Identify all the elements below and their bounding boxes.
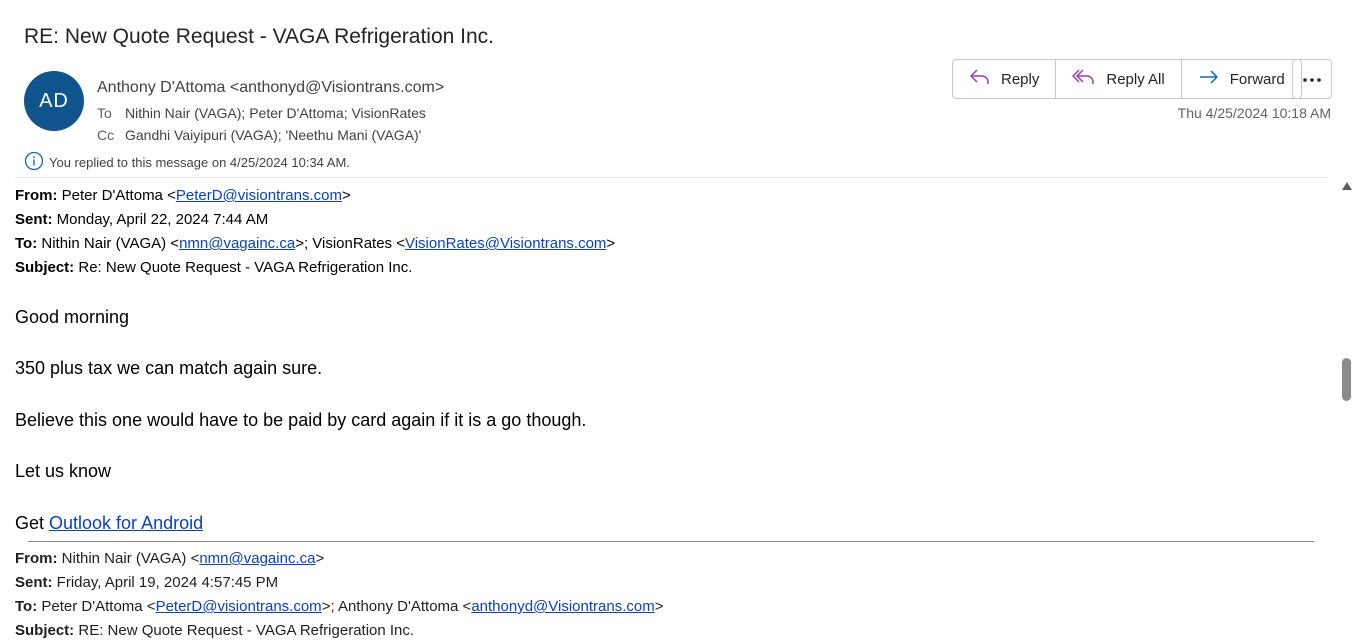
sender-name[interactable]: Anthony D'Attoma <anthonyd@Visiontrans.c… xyxy=(97,79,444,97)
scroll-thumb[interactable] xyxy=(1342,358,1351,401)
to-recipients: To Nithin Nair (VAGA); Peter D'Attoma; Vi… xyxy=(97,105,426,121)
subject-line: Subject: RE: New Quote Request - VAGA Re… xyxy=(15,619,663,643)
to-close: > xyxy=(606,235,616,252)
avatar[interactable]: AD xyxy=(24,71,84,131)
to-email-link-2[interactable]: VisionRates@Visiontrans.com xyxy=(405,235,606,252)
header-divider xyxy=(15,177,1328,178)
quoted-header-1: From: Peter D'Attoma <PeterD@visiontrans… xyxy=(15,184,1325,280)
from-email-link[interactable]: PeterD@visiontrans.com xyxy=(176,187,342,204)
to-name: Peter D'Attoma < xyxy=(37,598,156,615)
reply-label: Reply xyxy=(1001,70,1040,88)
subject-value: RE: New Quote Request - VAGA Refrigerati… xyxy=(74,622,415,639)
replied-info: You replied to this message on 4/25/2024… xyxy=(24,151,350,174)
greeting-text: Good morning xyxy=(15,307,130,327)
sent-label: Sent: xyxy=(15,211,53,228)
subject-label: Subject: xyxy=(15,259,75,276)
subject-value: Re: New Quote Request - VAGA Refrigerati… xyxy=(74,259,413,276)
body-line-3: Let us know xyxy=(15,461,112,481)
reply-button[interactable]: Reply xyxy=(953,60,1057,98)
from-name: Nithin Nair (VAGA) < xyxy=(57,550,200,567)
to-mid: >; VisionRates < xyxy=(295,235,405,252)
from-line: From: Nithin Nair (VAGA) <nmn@vagainc.ca… xyxy=(15,547,663,571)
sent-value: Friday, April 19, 2024 4:57:45 PM xyxy=(52,574,279,591)
to-email-link[interactable]: PeterD@visiontrans.com xyxy=(156,598,322,615)
to-name: Nithin Nair (VAGA) < xyxy=(37,235,180,252)
quoted-header-2: From: Nithin Nair (VAGA) <nmn@vagainc.ca… xyxy=(15,547,663,643)
replied-info-text: You replied to this message on 4/25/2024… xyxy=(49,155,350,170)
from-email-link[interactable]: nmn@vagainc.ca xyxy=(199,550,315,567)
info-icon xyxy=(24,151,49,174)
sent-value: Monday, April 22, 2024 7:44 AM xyxy=(52,211,269,228)
from-close: > xyxy=(341,187,351,204)
message-actions: Reply Reply All Forward xyxy=(952,59,1302,99)
quoted-divider xyxy=(28,541,1314,542)
from-label: From: xyxy=(15,550,58,567)
reply-all-label: Reply All xyxy=(1106,70,1165,88)
reply-icon xyxy=(969,68,1001,90)
reply-all-icon xyxy=(1072,68,1106,90)
to-close: > xyxy=(654,598,664,615)
email-subject: RE: New Quote Request - VAGA Refrigerati… xyxy=(24,25,494,48)
to-email-link-2[interactable]: anthonyd@Visiontrans.com xyxy=(471,598,654,615)
signature-prefix: Get xyxy=(15,513,50,533)
body-line-1: 350 plus tax we can match again sure. xyxy=(15,358,323,378)
to-label: To: xyxy=(15,598,38,615)
forward-icon xyxy=(1198,68,1230,90)
cc-recipients: Cc Gandhi Vaiyipuri (VAGA); 'Neethu Mani … xyxy=(97,127,421,143)
more-actions-button[interactable] xyxy=(1292,59,1332,99)
vertical-scrollbar[interactable] xyxy=(1339,179,1355,638)
more-icon xyxy=(1302,70,1322,88)
sent-label: Sent: xyxy=(15,574,53,591)
to-list[interactable]: Nithin Nair (VAGA); Peter D'Attoma; Visi… xyxy=(125,105,426,121)
sent-line: Sent: Friday, April 19, 2024 4:57:45 PM xyxy=(15,571,663,595)
subject-label: Subject: xyxy=(15,622,75,639)
outlook-android-link[interactable]: Outlook for Android xyxy=(49,513,203,533)
reply-all-button[interactable]: Reply All xyxy=(1056,60,1182,98)
received-date: Thu 4/25/2024 10:18 AM xyxy=(1177,105,1331,121)
from-name: Peter D'Attoma < xyxy=(57,187,176,204)
to-email-link[interactable]: nmn@vagainc.ca xyxy=(179,235,295,252)
to-label: To xyxy=(97,105,112,121)
subject-line: Subject: Re: New Quote Request - VAGA Re… xyxy=(15,256,1325,280)
to-label: To: xyxy=(15,235,38,252)
to-line: To: Peter D'Attoma <PeterD@visiontrans.c… xyxy=(15,595,663,619)
body-line-2: Believe this one would have to be paid b… xyxy=(15,410,587,430)
scroll-up-arrow-icon[interactable] xyxy=(1342,182,1352,190)
sent-line: Sent: Monday, April 22, 2024 7:44 AM xyxy=(15,208,1325,232)
forward-button[interactable]: Forward xyxy=(1182,60,1301,98)
from-line: From: Peter D'Attoma <PeterD@visiontrans… xyxy=(15,184,1325,208)
to-line: To: Nithin Nair (VAGA) <nmn@vagainc.ca>;… xyxy=(15,232,1325,256)
from-close: > xyxy=(315,550,325,567)
forward-label: Forward xyxy=(1229,70,1285,88)
from-label: From: xyxy=(15,187,58,204)
signature-line: Get Outlook for Android xyxy=(15,513,203,534)
cc-list[interactable]: Gandhi Vaiyipuri (VAGA); 'Neethu Mani (V… xyxy=(125,127,421,143)
to-mid: >; Anthony D'Attoma < xyxy=(321,598,472,615)
cc-label: Cc xyxy=(97,127,115,143)
